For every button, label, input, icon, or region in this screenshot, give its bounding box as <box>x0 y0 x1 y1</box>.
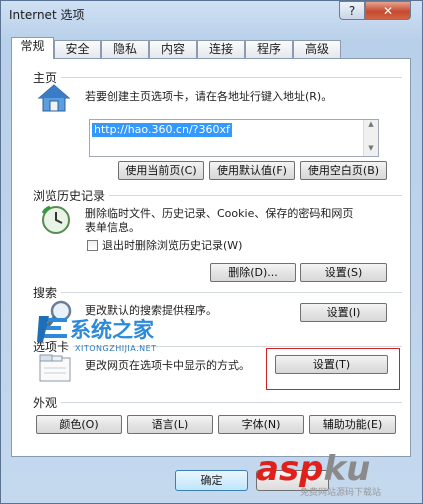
history-settings-button[interactable]: 设置(S) <box>300 263 387 282</box>
history-clock-icon <box>41 205 70 234</box>
home-description: 若要创建主页选项卡，请在各地址行键入地址(R)。 <box>85 90 333 103</box>
aspku-logo: aspku 免费网站源码下载站 <box>256 449 381 498</box>
languages-button[interactable]: 语言(L) <box>127 415 213 434</box>
divider <box>42 292 402 293</box>
search-settings-button[interactable]: 设置(I) <box>300 303 387 322</box>
tab-advanced[interactable]: 高级 <box>293 40 341 58</box>
home-url-field[interactable]: http://hao.360.cn/?360xf ▲ ▼ <box>89 119 379 157</box>
tab-general[interactable]: 常规 <box>11 37 54 59</box>
delete-on-exit-label: 退出时删除浏览历史记录(W) <box>102 239 243 252</box>
appearance-section-title: 外观 <box>33 394 62 411</box>
help-button[interactable]: ? <box>339 1 365 20</box>
logo-ku-text: ku <box>323 449 371 489</box>
general-tab-panel: 主页 若要创建主页选项卡，请在各地址行键入地址(R)。 http://hao.3… <box>11 58 411 457</box>
logo-asp-text: asp <box>256 449 324 489</box>
accessibility-button[interactable]: 辅助功能(E) <box>309 415 396 434</box>
watermark-subtitle: XITONGZHIJIA.NET <box>75 344 157 353</box>
close-button[interactable]: ✕ <box>365 1 411 20</box>
home-url-value: http://hao.360.cn/?360xf <box>92 123 232 137</box>
history-section-title: 浏览历史记录 <box>33 187 110 204</box>
history-description-line1: 删除临时文件、历史记录、Cookie、保存的密码和网页 <box>85 207 354 220</box>
tab-programs[interactable]: 程序 <box>245 40 293 58</box>
delete-history-button[interactable]: 删除(D)... <box>210 263 296 282</box>
divider <box>42 77 402 78</box>
tab-connections[interactable]: 连接 <box>197 40 245 58</box>
logo-caption: 免费网站源码下载站 <box>300 488 382 498</box>
ok-button[interactable]: 确定 <box>175 470 248 491</box>
use-current-button[interactable]: 使用当前页(C) <box>118 161 204 180</box>
divider <box>42 402 402 403</box>
tab-privacy[interactable]: 隐私 <box>101 40 149 58</box>
url-scrollbar[interactable]: ▲ ▼ <box>363 120 378 156</box>
highlight-box <box>266 348 400 390</box>
history-description-line2: 表单信息。 <box>85 221 140 234</box>
window-title: Internet 选项 <box>9 8 85 22</box>
tab-security[interactable]: 安全 <box>54 40 101 58</box>
colors-button[interactable]: 颜色(O) <box>36 415 122 434</box>
delete-on-exit-checkbox[interactable] <box>87 240 98 251</box>
tab-content[interactable]: 内容 <box>149 40 197 58</box>
tabbed-browsing-icon <box>39 354 71 382</box>
home-icon <box>37 84 71 112</box>
fonts-button[interactable]: 字体(N) <box>218 415 304 434</box>
use-blank-button[interactable]: 使用空白页(B) <box>300 161 387 180</box>
tabs-description: 更改网页在选项卡中显示的方式。 <box>85 359 250 372</box>
internet-options-dialog: Internet 选项 ? ✕ 常规 安全 隐私 内容 连接 程序 高级 主页 … <box>0 0 423 504</box>
use-default-button[interactable]: 使用默认值(F) <box>209 161 295 180</box>
watermark-logo-icon <box>37 316 67 342</box>
watermark-title: 系统之家 <box>70 318 154 342</box>
